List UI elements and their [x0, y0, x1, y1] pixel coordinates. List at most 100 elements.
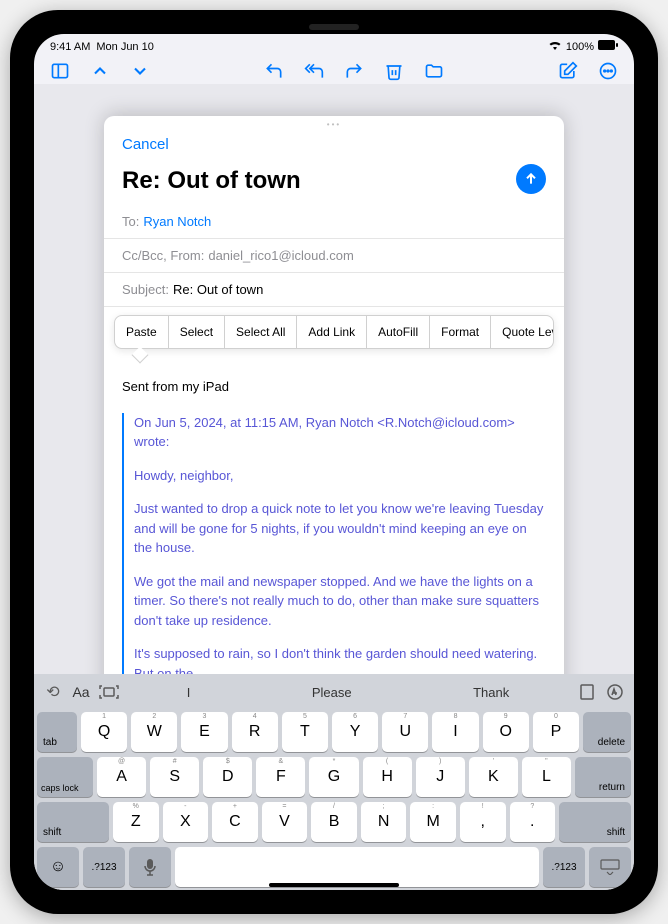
send-button[interactable]: [516, 164, 546, 194]
battery-icon: [598, 40, 618, 53]
key-shift-left[interactable]: shift: [37, 802, 109, 842]
context-autofill[interactable]: AutoFill: [367, 316, 430, 348]
chevron-up-icon[interactable]: [88, 59, 112, 83]
subject-value: Re: Out of town: [173, 282, 263, 297]
key-caps-lock[interactable]: caps lock: [37, 757, 93, 797]
ipad-device-frame: 9:41 AM Mon Jun 10 100%: [10, 10, 658, 914]
sidebar-toggle-icon[interactable]: [48, 59, 72, 83]
key-emoji[interactable]: ☺: [37, 847, 79, 887]
key-l[interactable]: L": [522, 757, 571, 797]
wifi-icon: [548, 40, 562, 53]
to-field[interactable]: To: Ryan Notch: [104, 205, 564, 239]
context-select[interactable]: Select: [169, 316, 225, 348]
key-h[interactable]: H(: [363, 757, 412, 797]
scan-text-icon[interactable]: [98, 681, 120, 703]
key-mic-icon[interactable]: [129, 847, 171, 887]
chevron-down-icon[interactable]: [128, 59, 152, 83]
markup-icon[interactable]: [604, 681, 626, 703]
key-g[interactable]: G*: [309, 757, 358, 797]
camera-notch: [309, 24, 359, 30]
quote-header: On Jun 5, 2024, at 11:15 AM, Ryan Notch …: [134, 413, 546, 452]
context-quote-level[interactable]: Quote Level: [491, 316, 554, 348]
battery-percent: 100%: [566, 41, 594, 53]
home-indicator[interactable]: [269, 883, 399, 887]
key-n[interactable]: N;: [361, 802, 407, 842]
keyboard-row-3: shift Z%X-C+V=B/N;M:,!.?shift: [37, 802, 631, 842]
attachment-icon[interactable]: [576, 681, 598, 703]
compose-icon[interactable]: [556, 59, 580, 83]
keyboard-row-2: caps lock A@S#D$F&G*H(J)K'L"return: [37, 757, 631, 797]
key-e[interactable]: E3: [181, 712, 227, 752]
key-f[interactable]: F&: [256, 757, 305, 797]
quote-greeting: Howdy, neighbor,: [134, 466, 546, 486]
keyboard-row-1: tab Q1W2E3R4T5Y6U7I8O9P0delete: [37, 712, 631, 752]
key-delete[interactable]: delete: [583, 712, 631, 752]
key-.[interactable]: .?: [510, 802, 556, 842]
folder-icon[interactable]: [422, 59, 446, 83]
keyboard-suggestion-bar: ⟲ Aa I Please Thank: [34, 674, 634, 710]
key-c[interactable]: C+: [212, 802, 258, 842]
quoted-message: On Jun 5, 2024, at 11:15 AM, Ryan Notch …: [122, 413, 546, 684]
undo-icon[interactable]: ⟲: [42, 681, 64, 703]
key-j[interactable]: J): [416, 757, 465, 797]
key-o[interactable]: O9: [483, 712, 529, 752]
key-a[interactable]: A@: [97, 757, 146, 797]
cancel-button[interactable]: Cancel: [122, 136, 169, 153]
key-b[interactable]: B/: [311, 802, 357, 842]
key-w[interactable]: W2: [131, 712, 177, 752]
key-i[interactable]: I8: [432, 712, 478, 752]
suggestion-2[interactable]: Please: [292, 681, 372, 704]
more-icon[interactable]: [596, 59, 620, 83]
key-y[interactable]: Y6: [332, 712, 378, 752]
to-value: Ryan Notch: [143, 214, 211, 229]
screen: 9:41 AM Mon Jun 10 100%: [34, 34, 634, 890]
key-u[interactable]: U7: [382, 712, 428, 752]
context-menu: Paste Select Select All Add Link AutoFil…: [104, 307, 564, 357]
key-numeric-left[interactable]: .?123: [83, 847, 125, 887]
context-add-link[interactable]: Add Link: [297, 316, 367, 348]
key-shift-right[interactable]: shift: [559, 802, 631, 842]
keyboard: ⟲ Aa I Please Thank tab: [34, 674, 634, 890]
key-dismiss-keyboard-icon[interactable]: [589, 847, 631, 887]
key-v[interactable]: V=: [262, 802, 308, 842]
reply-all-icon[interactable]: [302, 59, 326, 83]
key-,[interactable]: ,!: [460, 802, 506, 842]
forward-icon[interactable]: [342, 59, 366, 83]
ccbcc-label: Cc/Bcc, From:: [122, 248, 204, 263]
subject-field[interactable]: Subject: Re: Out of town: [104, 273, 564, 307]
keyboard-row-4: ☺ .?123 .?123: [37, 847, 631, 887]
key-x[interactable]: X-: [163, 802, 209, 842]
status-date: Mon Jun 10: [96, 41, 153, 53]
context-paste[interactable]: Paste: [115, 316, 169, 348]
text-format-button[interactable]: Aa: [70, 681, 92, 703]
key-space[interactable]: [175, 847, 539, 887]
suggestion-3[interactable]: Thank: [453, 681, 529, 704]
suggestion-1[interactable]: I: [167, 681, 211, 704]
key-q[interactable]: Q1: [81, 712, 127, 752]
key-tab[interactable]: tab: [37, 712, 77, 752]
signature: Sent from my iPad: [122, 377, 546, 397]
key-k[interactable]: K': [469, 757, 518, 797]
key-s[interactable]: S#: [150, 757, 199, 797]
context-format[interactable]: Format: [430, 316, 491, 348]
key-z[interactable]: Z%: [113, 802, 159, 842]
key-p[interactable]: P0: [533, 712, 579, 752]
status-bar: 9:41 AM Mon Jun 10 100%: [34, 34, 634, 55]
ccbcc-value: daniel_rico1@icloud.com: [208, 248, 353, 263]
quote-p1: Just wanted to drop a quick note to let …: [134, 499, 546, 558]
compose-title: Re: Out of town: [104, 161, 564, 205]
context-select-all[interactable]: Select All: [225, 316, 297, 348]
subject-label: Subject:: [122, 282, 169, 297]
key-d[interactable]: D$: [203, 757, 252, 797]
key-m[interactable]: M:: [410, 802, 456, 842]
key-r[interactable]: R4: [232, 712, 278, 752]
key-t[interactable]: T5: [282, 712, 328, 752]
status-time: 9:41 AM: [50, 41, 90, 53]
to-label: To:: [122, 214, 139, 229]
ccbcc-field[interactable]: Cc/Bcc, From: daniel_rico1@icloud.com: [104, 239, 564, 273]
key-numeric-right[interactable]: .?123: [543, 847, 585, 887]
quote-p2: We got the mail and newspaper stopped. A…: [134, 572, 546, 631]
reply-icon[interactable]: [262, 59, 286, 83]
trash-icon[interactable]: [382, 59, 406, 83]
key-return[interactable]: return: [575, 757, 631, 797]
